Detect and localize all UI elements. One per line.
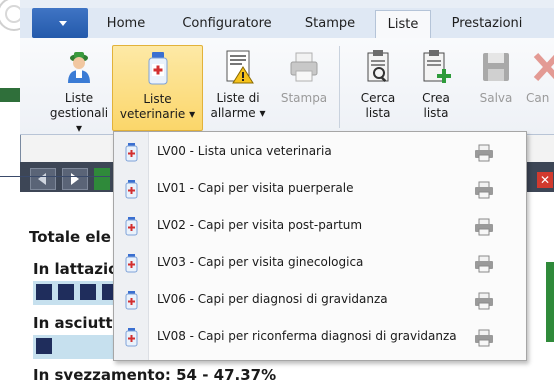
in-asciutta-label: In asciutta [33, 314, 123, 332]
menu-item-lv06[interactable]: LV06 - Capi per diagnosi di gravidanza [114, 282, 526, 319]
liste-veterinarie-dropdown: LV00 - Lista unica veterinaria LV01 - Ca… [113, 131, 527, 361]
menu-item-label: LV01 - Capi per visita puerperale [157, 181, 354, 195]
printer-icon[interactable] [473, 292, 495, 310]
salva-button[interactable]: Salva [468, 45, 524, 129]
arrow-left-icon [38, 173, 46, 185]
crea-lista-line2: lista [423, 106, 449, 120]
crea-lista-line1: Crea [422, 91, 450, 105]
application-menu-button[interactable] [32, 8, 88, 38]
printer-icon [290, 52, 318, 82]
liste-gestionali-line1: Liste [64, 91, 94, 105]
green-side-bar [546, 262, 554, 342]
save-icon [483, 53, 509, 81]
menu-item-label: LV08 - Capi per riconferma diagnosi di g… [157, 329, 457, 343]
lattazione-square [80, 284, 96, 300]
printer-icon[interactable] [473, 144, 495, 162]
next-button[interactable] [62, 168, 88, 190]
liste-veterinarie-line2: veterinarie ▾ [119, 107, 196, 121]
divider-line [0, 176, 110, 177]
ribbon-separator [339, 46, 340, 128]
printer-icon[interactable] [473, 329, 495, 347]
tab-liste[interactable]: Liste [375, 10, 431, 40]
liste-di-allarme-line2: allarme ▾ [210, 106, 266, 120]
background-left [0, 0, 20, 374]
medicine-bottle-icon [125, 291, 138, 310]
alarm-list-icon [226, 50, 254, 84]
menu-item-lv03[interactable]: LV03 - Capi per visita ginecologica [114, 245, 526, 282]
tab-stampe[interactable]: Stampe [292, 10, 368, 38]
medicine-bottle-icon [125, 217, 138, 236]
printer-icon[interactable] [473, 255, 495, 273]
stampa-label: Stampa [280, 91, 328, 105]
chevron-down-icon [59, 21, 67, 26]
delete-icon [533, 52, 554, 82]
menu-item-label: LV00 - Lista unica veterinaria [157, 144, 332, 158]
medicine-bottle-icon [125, 254, 138, 273]
lattazione-square [36, 284, 52, 300]
search-list-icon [367, 50, 389, 83]
close-icon[interactable]: ✕ [537, 172, 553, 188]
lattazione-bar [33, 281, 123, 305]
printer-icon[interactable] [473, 218, 495, 236]
menu-item-label: LV02 - Capi per visita post-partum [157, 218, 363, 232]
tab-prestazioni[interactable]: Prestazioni [440, 10, 534, 38]
title-bar [20, 0, 554, 8]
liste-gestionali-button[interactable]: Liste gestionali ▾ [48, 45, 110, 135]
in-svezzamento-label: In svezzamento: 54 - 47.37% [33, 366, 277, 384]
medicine-bottle-icon [125, 180, 138, 199]
lattazione-square [58, 284, 74, 300]
menu-item-label: LV06 - Capi per diagnosi di gravidanza [157, 292, 388, 306]
tab-home[interactable]: Home [98, 10, 154, 38]
asciutta-bar [33, 335, 123, 359]
printer-icon[interactable] [473, 181, 495, 199]
green-action-button[interactable] [94, 168, 110, 190]
in-lattazione-label: In lattazio [33, 260, 119, 278]
cancella-label: Can [526, 91, 550, 105]
menu-item-lv00[interactable]: LV00 - Lista unica veterinaria [114, 134, 526, 171]
farmer-icon [68, 52, 90, 83]
menu-item-lv02[interactable]: LV02 - Capi per visita post-partum [114, 208, 526, 245]
medicine-bottle-icon [148, 52, 167, 85]
liste-di-allarme-button[interactable]: Liste di allarme ▾ [205, 45, 271, 129]
tab-configuratore[interactable]: Configuratore [172, 10, 282, 38]
menu-item-lv08[interactable]: LV08 - Capi per riconferma diagnosi di g… [114, 319, 526, 356]
asciutta-square [36, 338, 52, 354]
liste-veterinarie-line1: Liste [143, 92, 172, 106]
liste-gestionali-line2: gestionali ▾ [49, 106, 109, 135]
green-edge-strip [0, 88, 20, 102]
cerca-lista-line1: Cerca [360, 91, 396, 105]
liste-veterinarie-button[interactable]: Liste veterinarie ▾ [112, 45, 203, 131]
stampa-button[interactable]: Stampa [273, 45, 335, 129]
previous-button[interactable] [30, 168, 56, 190]
medicine-bottle-icon [125, 328, 138, 347]
crea-lista-button[interactable]: Crea lista [410, 45, 462, 129]
menu-item-label: LV03 - Capi per visita ginecologica [157, 255, 364, 269]
medicine-bottle-icon [125, 143, 138, 162]
menu-item-lv01[interactable]: LV01 - Capi per visita puerperale [114, 171, 526, 208]
totale-label: Totale ele [29, 228, 111, 246]
cerca-lista-line2: lista [365, 106, 391, 120]
create-list-icon [423, 50, 451, 83]
arrow-right-icon [71, 173, 79, 185]
cerca-lista-button[interactable]: Cerca lista [350, 45, 406, 129]
salva-label: Salva [479, 91, 513, 105]
cancella-button[interactable]: Can [526, 45, 554, 129]
liste-di-allarme-line1: Liste di [216, 91, 260, 105]
